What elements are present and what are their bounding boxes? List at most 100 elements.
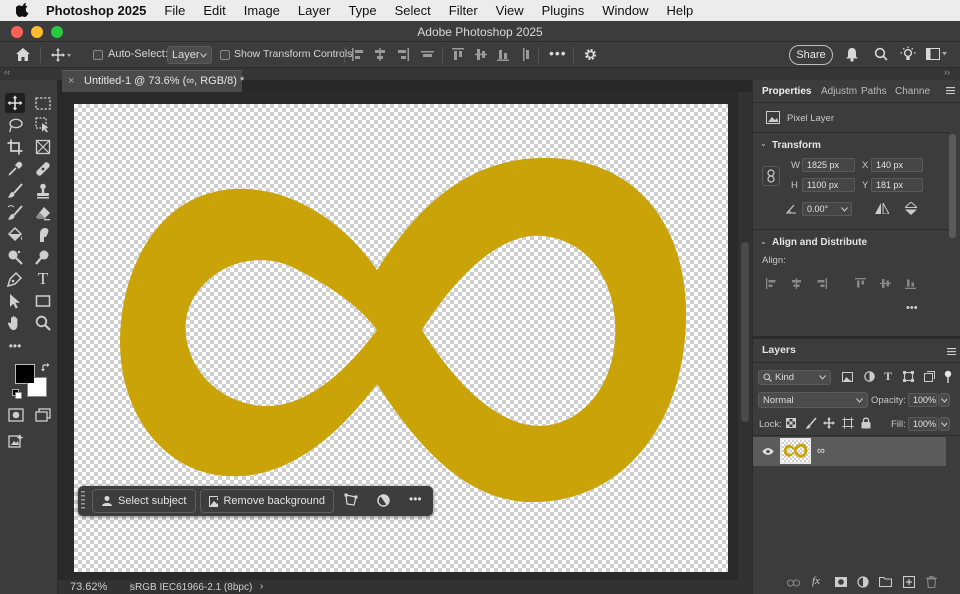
menu-view[interactable]: View <box>496 3 524 18</box>
flip-horizontal-icon[interactable] <box>875 202 890 217</box>
quick-mask-icon[interactable] <box>6 405 26 425</box>
layers-panel-menu-icon[interactable] <box>947 346 956 358</box>
align-horizontal-centers-icon[interactable] <box>374 48 386 61</box>
new-adjustment-layer-icon[interactable] <box>857 576 869 591</box>
auto-select-dropdown[interactable]: Layer <box>167 46 212 64</box>
auto-select-checkbox[interactable] <box>93 50 103 60</box>
delete-layer-icon[interactable] <box>926 575 937 591</box>
generative-fill-icon[interactable] <box>6 431 26 451</box>
edit-toolbar-icon[interactable]: ••• <box>5 336 25 356</box>
align-top-icon[interactable] <box>855 278 866 289</box>
clone-stamp-tool-icon[interactable] <box>33 181 53 201</box>
filter-shape-icon[interactable] <box>903 371 914 385</box>
more-align-options-icon[interactable]: ••• <box>906 302 918 314</box>
status-menu-chevron-icon[interactable]: › <box>260 581 263 592</box>
opacity-field[interactable]: 100% <box>908 393 937 407</box>
align-bottom-edges-icon[interactable] <box>497 48 509 61</box>
layer-effects-icon[interactable]: fx <box>812 575 820 587</box>
drag-handle-icon[interactable] <box>81 491 85 514</box>
lasso-tool-icon[interactable] <box>5 115 25 135</box>
adjustment-icon[interactable] <box>377 494 390 510</box>
align-expand-icon[interactable]: ⌄ <box>760 237 767 246</box>
zoom-level[interactable]: 73.62% <box>70 581 107 593</box>
move-tool-options-icon[interactable] <box>50 47 72 63</box>
new-layer-icon[interactable] <box>902 575 916 591</box>
object-selection-tool-icon[interactable] <box>33 115 53 135</box>
fill-dropdown-button[interactable] <box>938 417 950 431</box>
share-button[interactable]: Share <box>789 45 833 65</box>
transform-expand-icon[interactable]: ⌄ <box>760 139 767 148</box>
tab-properties[interactable]: Properties <box>762 86 811 97</box>
align-middle-icon[interactable] <box>880 278 891 289</box>
path-selection-tool-icon[interactable] <box>5 291 25 311</box>
layer-visibility-eye-icon[interactable] <box>762 447 774 459</box>
menu-select[interactable]: Select <box>395 3 431 18</box>
lock-all-icon[interactable] <box>861 417 871 432</box>
more-options-icon[interactable]: ••• <box>409 492 422 506</box>
document-tab[interactable]: × Untitled-1 @ 73.6% (∞, RGB/8) * <box>62 70 244 92</box>
menu-plugins[interactable]: Plugins <box>542 3 585 18</box>
close-tab-icon[interactable]: × <box>68 71 74 91</box>
eyedropper-tool-icon[interactable] <box>5 159 25 179</box>
tab-adjustments[interactable]: Adjustm <box>821 86 857 97</box>
filter-smart-object-icon[interactable] <box>924 371 935 385</box>
menu-app-name[interactable]: Photoshop 2025 <box>46 3 146 18</box>
eraser-tool-icon[interactable] <box>33 203 53 223</box>
hand-tool-icon[interactable] <box>5 313 25 333</box>
default-colors-icon[interactable] <box>12 389 22 399</box>
lock-image-pixels-icon[interactable] <box>805 417 817 432</box>
select-subject-button[interactable]: Select subject <box>92 489 196 513</box>
show-transform-checkbox[interactable] <box>220 50 230 60</box>
zoom-tool-icon[interactable] <box>33 313 53 333</box>
brush-tool-icon[interactable] <box>5 181 25 201</box>
history-brush-tool-icon[interactable] <box>5 203 25 223</box>
lock-position-icon[interactable] <box>823 417 835 432</box>
dodge-tool-icon[interactable] <box>5 247 25 267</box>
filter-pixel-icon[interactable] <box>842 372 853 385</box>
add-mask-icon[interactable] <box>835 577 847 590</box>
angle-field[interactable]: 0.00° <box>802 202 852 216</box>
distribute-icon[interactable] <box>421 48 434 61</box>
swap-colors-icon[interactable] <box>41 363 51 373</box>
lock-artboard-icon[interactable] <box>842 417 854 432</box>
menu-type[interactable]: Type <box>348 3 376 18</box>
move-tool-icon[interactable] <box>5 93 25 113</box>
filter-adjustment-icon[interactable] <box>864 371 875 385</box>
new-group-icon[interactable] <box>878 576 893 590</box>
link-layers-icon[interactable] <box>786 578 801 590</box>
menu-layer[interactable]: Layer <box>298 3 331 18</box>
align-right-icon[interactable] <box>816 278 827 289</box>
gear-icon[interactable] <box>583 47 598 62</box>
healing-brush-tool-icon[interactable] <box>33 159 53 179</box>
menu-edit[interactable]: Edit <box>203 3 225 18</box>
frame-tool-icon[interactable] <box>33 137 53 157</box>
align-top-edges-icon[interactable] <box>452 48 464 61</box>
collapse-toolbar-icon[interactable]: ‹‹ <box>4 67 10 77</box>
search-icon[interactable] <box>874 47 888 61</box>
align-bottom-icon[interactable] <box>905 278 916 289</box>
opacity-dropdown-button[interactable] <box>938 393 950 407</box>
distribute-vertical-icon[interactable] <box>520 48 532 61</box>
rectangle-tool-icon[interactable] <box>33 291 53 311</box>
lock-transparent-pixels-icon[interactable] <box>786 418 796 431</box>
panel-menu-icon[interactable] <box>946 86 955 97</box>
transform-selection-icon[interactable] <box>344 493 358 510</box>
collapse-panels-icon[interactable]: ›› <box>944 67 950 77</box>
menu-filter[interactable]: Filter <box>449 3 478 18</box>
y-field[interactable]: 181 px <box>871 178 923 192</box>
paint-bucket-tool-icon[interactable] <box>5 225 25 245</box>
properties-scrollbar-thumb[interactable] <box>949 134 956 238</box>
screen-mode-icon[interactable] <box>33 405 53 425</box>
home-icon[interactable] <box>15 47 31 62</box>
type-tool-icon[interactable]: T <box>33 269 53 289</box>
menu-help[interactable]: Help <box>667 3 694 18</box>
width-field[interactable]: 1825 px <box>802 158 855 172</box>
tab-channels[interactable]: Channe <box>895 86 930 97</box>
tab-paths[interactable]: Paths <box>861 86 887 97</box>
align-left-edges-icon[interactable] <box>352 48 364 61</box>
document-vertical-scrollbar[interactable] <box>738 92 752 580</box>
lightbulb-icon[interactable] <box>900 46 916 62</box>
align-center-icon[interactable] <box>791 278 802 289</box>
x-field[interactable]: 140 px <box>871 158 923 172</box>
workspace-icon[interactable] <box>926 48 948 60</box>
